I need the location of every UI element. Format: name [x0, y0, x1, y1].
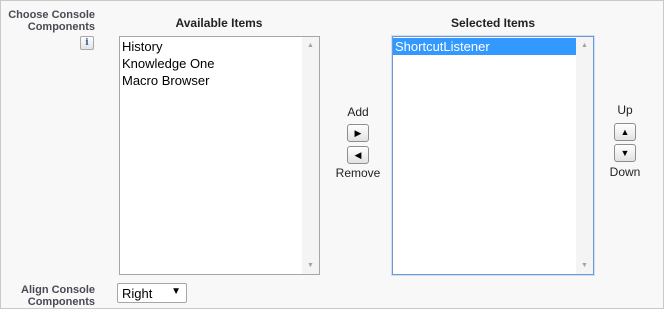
selected-items-scrollbar[interactable]: ▲ ▼ [576, 37, 593, 274]
move-down-button[interactable]: ▼ [614, 144, 636, 162]
add-label: Add [347, 105, 369, 119]
list-item[interactable]: History [120, 38, 302, 55]
scroll-up-arrow-icon[interactable]: ▲ [576, 37, 593, 54]
align-select[interactable]: Right ▼ [117, 283, 187, 303]
scroll-up-arrow-icon[interactable]: ▲ [302, 37, 319, 54]
available-items-listbox[interactable]: History Knowledge One Macro Browser ▲ ▼ [119, 36, 320, 275]
list-item[interactable]: Macro Browser [120, 72, 302, 89]
console-components-panel: Choose Console Components i Available It… [0, 0, 664, 309]
scroll-down-arrow-icon[interactable]: ▼ [302, 257, 319, 274]
scroll-down-arrow-icon[interactable]: ▼ [576, 257, 593, 274]
available-items-scrollbar[interactable]: ▲ ▼ [302, 37, 319, 274]
list-item[interactable]: Knowledge One [120, 55, 302, 72]
choose-console-components-label: Choose Console Components [8, 9, 95, 33]
down-label: Down [609, 165, 641, 179]
chevron-down-icon: ▼ [171, 286, 181, 297]
align-console-components-label: Align Console Components [21, 284, 95, 308]
available-items-title: Available Items [175, 16, 263, 30]
list-item[interactable]: ShortcutListener [393, 38, 576, 55]
move-up-button[interactable]: ▲ [614, 123, 636, 141]
right-arrow-icon: ▶ [354, 128, 362, 138]
info-icon[interactable]: i [80, 36, 94, 50]
align-select-value: Right [122, 286, 153, 301]
left-arrow-icon: ◀ [354, 150, 362, 160]
up-arrow-icon: ▲ [620, 127, 630, 137]
up-label: Up [617, 103, 633, 117]
add-button[interactable]: ▶ [347, 124, 369, 142]
selected-items-title: Selected Items [450, 16, 536, 30]
selected-items-listbox[interactable]: ShortcutListener ▲ ▼ [392, 36, 594, 275]
down-arrow-icon: ▼ [620, 148, 630, 158]
remove-button[interactable]: ◀ [347, 146, 369, 164]
remove-label: Remove [335, 166, 381, 180]
